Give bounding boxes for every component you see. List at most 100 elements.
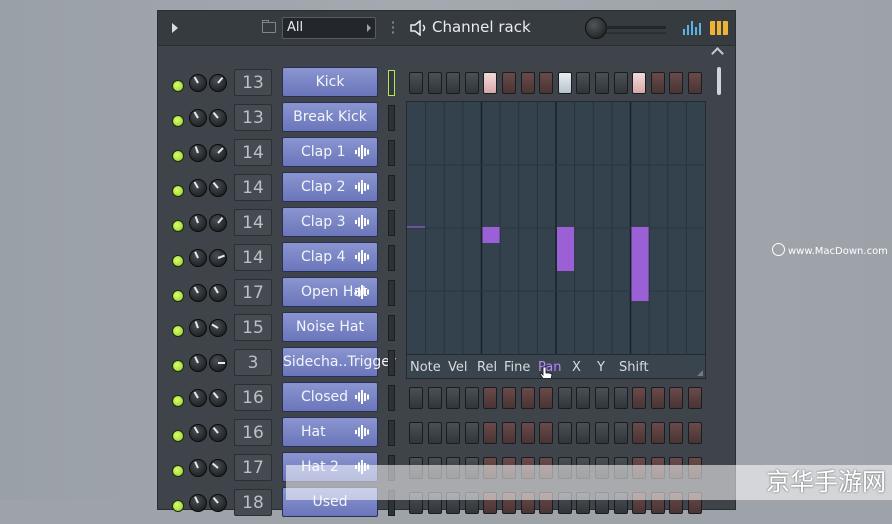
pan-value-bar[interactable] (557, 227, 575, 271)
channel-button[interactable]: Clap 1 (282, 137, 378, 167)
volume-knob[interactable] (209, 284, 227, 302)
volume-knob[interactable] (209, 214, 227, 232)
mute-led[interactable] (172, 395, 184, 407)
step-button[interactable] (650, 422, 665, 444)
pan-knob[interactable] (189, 354, 207, 372)
pan-knob[interactable] (189, 74, 207, 92)
step-button[interactable] (632, 387, 647, 409)
mute-led[interactable] (172, 465, 184, 477)
step-button[interactable] (613, 387, 628, 409)
step-button[interactable] (539, 422, 554, 444)
step-button[interactable] (557, 422, 572, 444)
step-button[interactable] (502, 72, 516, 94)
step-button[interactable] (427, 387, 442, 409)
step-button[interactable] (595, 72, 609, 94)
pan-knob[interactable] (189, 389, 207, 407)
channel-button[interactable]: Closed Hat (282, 382, 378, 433)
step-button[interactable] (446, 422, 461, 444)
step-button[interactable] (576, 422, 591, 444)
step-button[interactable] (520, 387, 535, 409)
editor-tab-y[interactable]: Y (597, 360, 605, 376)
menu-arrow-icon[interactable] (172, 23, 178, 33)
step-button[interactable] (502, 387, 516, 409)
step-button[interactable] (520, 422, 535, 444)
channel-button[interactable]: Noise Hat (282, 312, 378, 342)
step-button[interactable] (613, 72, 628, 94)
pan-knob[interactable] (189, 249, 207, 267)
mute-led[interactable] (172, 500, 184, 512)
step-button[interactable] (557, 387, 572, 409)
mixer-track-number[interactable]: 16 (234, 384, 272, 411)
swing-slider[interactable] (606, 26, 666, 29)
step-button[interactable] (557, 72, 572, 94)
drag-handle-icon[interactable] (392, 20, 394, 36)
volume-knob[interactable] (209, 459, 227, 477)
channel-filter-dropdown[interactable]: All (282, 17, 376, 39)
step-button[interactable] (483, 422, 498, 444)
channel-button[interactable]: Clap 2 (282, 172, 378, 202)
mute-led[interactable] (172, 150, 184, 162)
step-button[interactable] (595, 387, 609, 409)
channel-button[interactable]: Break Kick (282, 102, 378, 132)
step-button[interactable] (502, 422, 516, 444)
pan-knob[interactable] (189, 319, 207, 337)
channel-select-bar[interactable] (388, 280, 395, 306)
volume-knob[interactable] (209, 424, 227, 442)
channel-select-bar[interactable] (388, 245, 395, 271)
collapse-chevron-icon[interactable] (711, 47, 724, 60)
step-button[interactable] (613, 422, 628, 444)
volume-knob[interactable] (209, 389, 227, 407)
volume-knob[interactable] (209, 109, 227, 127)
pan-knob[interactable] (189, 109, 207, 127)
mixer-track-number[interactable]: 13 (234, 104, 272, 131)
step-view-icon[interactable] (710, 21, 728, 35)
channel-button[interactable]: Clap 4 (282, 242, 378, 272)
channel-select-bar[interactable] (388, 105, 395, 131)
channel-button[interactable]: Clap 3 (282, 207, 378, 237)
step-button[interactable] (576, 387, 591, 409)
resize-corner-icon[interactable] (697, 370, 703, 376)
channel-select-bar[interactable] (388, 70, 395, 96)
mixer-track-number[interactable]: 14 (234, 244, 272, 271)
step-button[interactable] (427, 72, 442, 94)
channel-button[interactable]: Open Hat (282, 277, 378, 307)
step-button[interactable] (464, 422, 479, 444)
event-editor-panel[interactable]: Note Vel Rel Fine Pan X Y Shift (406, 101, 706, 379)
pan-value-bar[interactable] (631, 227, 649, 301)
mute-led[interactable] (172, 290, 184, 302)
editor-tab-fine[interactable]: Fine (504, 360, 530, 376)
channel-select-bar[interactable] (388, 315, 395, 341)
step-button[interactable] (520, 72, 535, 94)
editor-tab-x[interactable]: X (572, 360, 581, 376)
step-button[interactable] (688, 72, 702, 94)
step-button[interactable] (650, 72, 665, 94)
pan-knob[interactable] (189, 494, 207, 512)
step-button[interactable] (539, 72, 554, 94)
editor-tab-note[interactable]: Note (410, 360, 441, 376)
mute-led[interactable] (172, 80, 184, 92)
mute-led[interactable] (172, 115, 184, 127)
mixer-track-number[interactable]: 14 (234, 174, 272, 201)
mute-led[interactable] (172, 220, 184, 232)
step-button[interactable] (669, 422, 684, 444)
step-button[interactable] (427, 422, 442, 444)
editor-tab-vel[interactable]: Vel (448, 360, 468, 376)
channel-select-bar[interactable] (388, 175, 395, 201)
channel-select-bar[interactable] (388, 420, 395, 446)
mixer-track-number[interactable]: 18 (234, 489, 272, 516)
volume-knob[interactable] (209, 319, 227, 337)
step-button[interactable] (650, 387, 665, 409)
channel-select-bar[interactable] (388, 140, 395, 166)
mixer-track-number[interactable]: 17 (234, 454, 272, 481)
mixer-track-number[interactable]: 14 (234, 209, 272, 236)
step-button[interactable] (464, 72, 479, 94)
mixer-track-number[interactable]: 16 (234, 419, 272, 446)
mixer-track-number[interactable]: 15 (234, 314, 272, 341)
step-button[interactable] (409, 387, 423, 409)
volume-knob[interactable] (209, 354, 227, 372)
graph-view-icon[interactable] (683, 21, 701, 35)
step-button[interactable] (576, 72, 591, 94)
step-button[interactable] (595, 422, 609, 444)
mixer-track-number[interactable]: 17 (234, 279, 272, 306)
step-button[interactable] (483, 72, 498, 94)
